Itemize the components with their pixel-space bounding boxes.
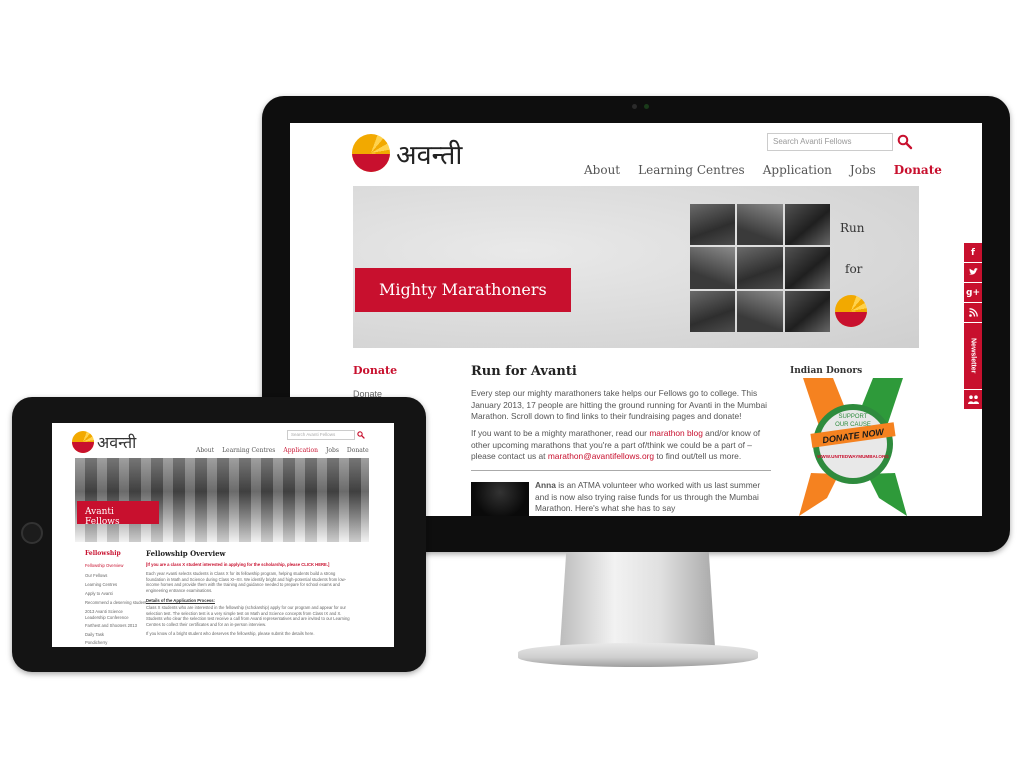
sun-logo-icon	[352, 134, 390, 172]
runner-photo-grid	[690, 204, 830, 332]
runner-photo	[737, 204, 783, 246]
runner-photo	[784, 290, 830, 332]
nav-application[interactable]: Application	[283, 447, 318, 454]
banner-title: Mighty Marathoners	[355, 268, 571, 312]
nav-application[interactable]: Application	[763, 163, 832, 177]
tablet-hero-photo	[75, 458, 369, 542]
anna-paragraph: Anna is an ATMA volunteer who worked wit…	[535, 480, 771, 515]
sidebar-item-recommend[interactable]: Recommend a deserving student	[85, 600, 146, 605]
search-input[interactable]: Search Avanti Fellows	[767, 133, 893, 151]
tablet-sidebar-title: Fellowship	[85, 550, 121, 557]
runner-photo	[690, 204, 736, 246]
monitor-base	[518, 643, 758, 667]
sidebar-item-apply[interactable]: Apply to Avanti	[85, 591, 113, 596]
badge-url-text: WWW.UNITEDWAYMUMBAI.ORG	[817, 454, 889, 459]
facebook-icon[interactable]: f	[964, 243, 982, 262]
recommend-paragraph: If you know of a bright student who dese…	[146, 631, 315, 636]
runner-photo	[737, 290, 783, 332]
tablet-banner-title: Avanti Fellows	[77, 501, 159, 527]
overview-paragraph: Each year Avanti selects students in Cla…	[146, 571, 347, 593]
site-logo[interactable]: अवन्ती	[352, 134, 462, 172]
badge-support-text: SUPPORT	[839, 414, 868, 420]
anna-name: Anna	[535, 480, 556, 490]
nav-jobs[interactable]: Jobs	[850, 163, 876, 177]
tablet-page-title: Fellowship Overview	[146, 549, 226, 558]
anna-photo	[471, 482, 529, 516]
anna-text: is an ATMA volunteer who worked with us …	[535, 480, 761, 513]
nav-learning-centres[interactable]: Learning Centres	[638, 163, 745, 177]
application-process-heading: Details of the Application Process:	[146, 598, 215, 603]
sidebar-item-farthest[interactable]: Farthest and Shooters 2013	[85, 623, 137, 628]
nav-about[interactable]: About	[584, 163, 620, 177]
nav-about[interactable]: About	[196, 447, 214, 454]
nav-donate[interactable]: Donate	[894, 163, 942, 177]
monitor-stand	[560, 552, 715, 647]
camera-icon	[632, 104, 637, 109]
donors-title: Indian Donors	[790, 366, 863, 376]
newsletter-tab[interactable]: Newsletter	[964, 323, 982, 389]
tablet-main-nav: About Learning Centres Application Jobs …	[196, 447, 369, 454]
logo-text: अवन्ती	[396, 139, 463, 171]
email-link[interactable]: marathon@avantifellows.org	[548, 451, 654, 461]
sun-logo-icon	[72, 431, 94, 453]
intro-paragraph: Every step our mighty marathoners take h…	[471, 388, 767, 421]
search-icon[interactable]	[357, 431, 365, 439]
nav-donate[interactable]: Donate	[347, 447, 369, 454]
contact-text: to find out/tell us more.	[654, 451, 742, 461]
sidebar-item-conference[interactable]: 2013 Avanti Science Leadership Conferenc…	[85, 609, 141, 620]
runner-photo	[690, 290, 736, 332]
home-button-icon	[21, 522, 43, 544]
banner-run-text: Run	[840, 221, 865, 235]
sidebar-item-fellowship-overview[interactable]: Fellowship Overview	[85, 563, 123, 568]
tablet-search-input[interactable]: Search Avanti Fellows	[287, 430, 355, 440]
people-icon[interactable]	[964, 390, 982, 409]
sidebar-item-learning-centres[interactable]: Learning Centres	[85, 582, 117, 587]
social-sidebar: f g+ Newsletter	[964, 243, 982, 409]
click-here-note[interactable]: [If you are a class X student interested…	[146, 562, 329, 567]
logo-text: अवन्ती	[97, 433, 137, 452]
runner-photo	[784, 204, 830, 246]
google-plus-icon[interactable]: g+	[964, 283, 982, 302]
sidebar-item-our-fellows[interactable]: Our Fellows	[85, 573, 107, 578]
main-nav: About Learning Centres Application Jobs …	[584, 163, 942, 177]
process-paragraph: Class X students who are interested in t…	[146, 605, 350, 627]
sun-logo-icon	[835, 295, 867, 327]
nav-learning-centres[interactable]: Learning Centres	[222, 447, 275, 454]
power-led-icon	[644, 104, 649, 109]
badge-cause-text: OUR CAUSE	[835, 422, 871, 428]
search-icon[interactable]	[897, 134, 913, 150]
banner-for-text: for	[845, 262, 863, 276]
donate-now-badge[interactable]: SUPPORT OUR CAUSE DONATE NOW WWW.UNITEDW…	[793, 378, 913, 516]
twitter-icon[interactable]	[964, 263, 982, 282]
runner-photo	[737, 247, 783, 289]
contact-paragraph: If you want to be a mighty marathoner, r…	[471, 428, 771, 463]
page-title: Run for Avanti	[471, 364, 577, 379]
rss-icon[interactable]	[964, 303, 982, 322]
sidebar-item-pondicherry[interactable]: Pondicherry	[85, 640, 107, 645]
marathon-blog-link[interactable]: marathon blog	[649, 428, 703, 438]
sidebar-item-daily-task[interactable]: Daily Task	[85, 632, 104, 637]
nav-jobs[interactable]: Jobs	[326, 447, 339, 454]
sidebar-title: Donate	[353, 364, 398, 377]
contact-text: If you want to be a mighty marathoner, r…	[471, 428, 650, 438]
runner-photo	[690, 247, 736, 289]
tablet-site-logo[interactable]: अवन्ती	[72, 431, 136, 453]
runner-photo	[784, 247, 830, 289]
divider	[471, 470, 771, 471]
